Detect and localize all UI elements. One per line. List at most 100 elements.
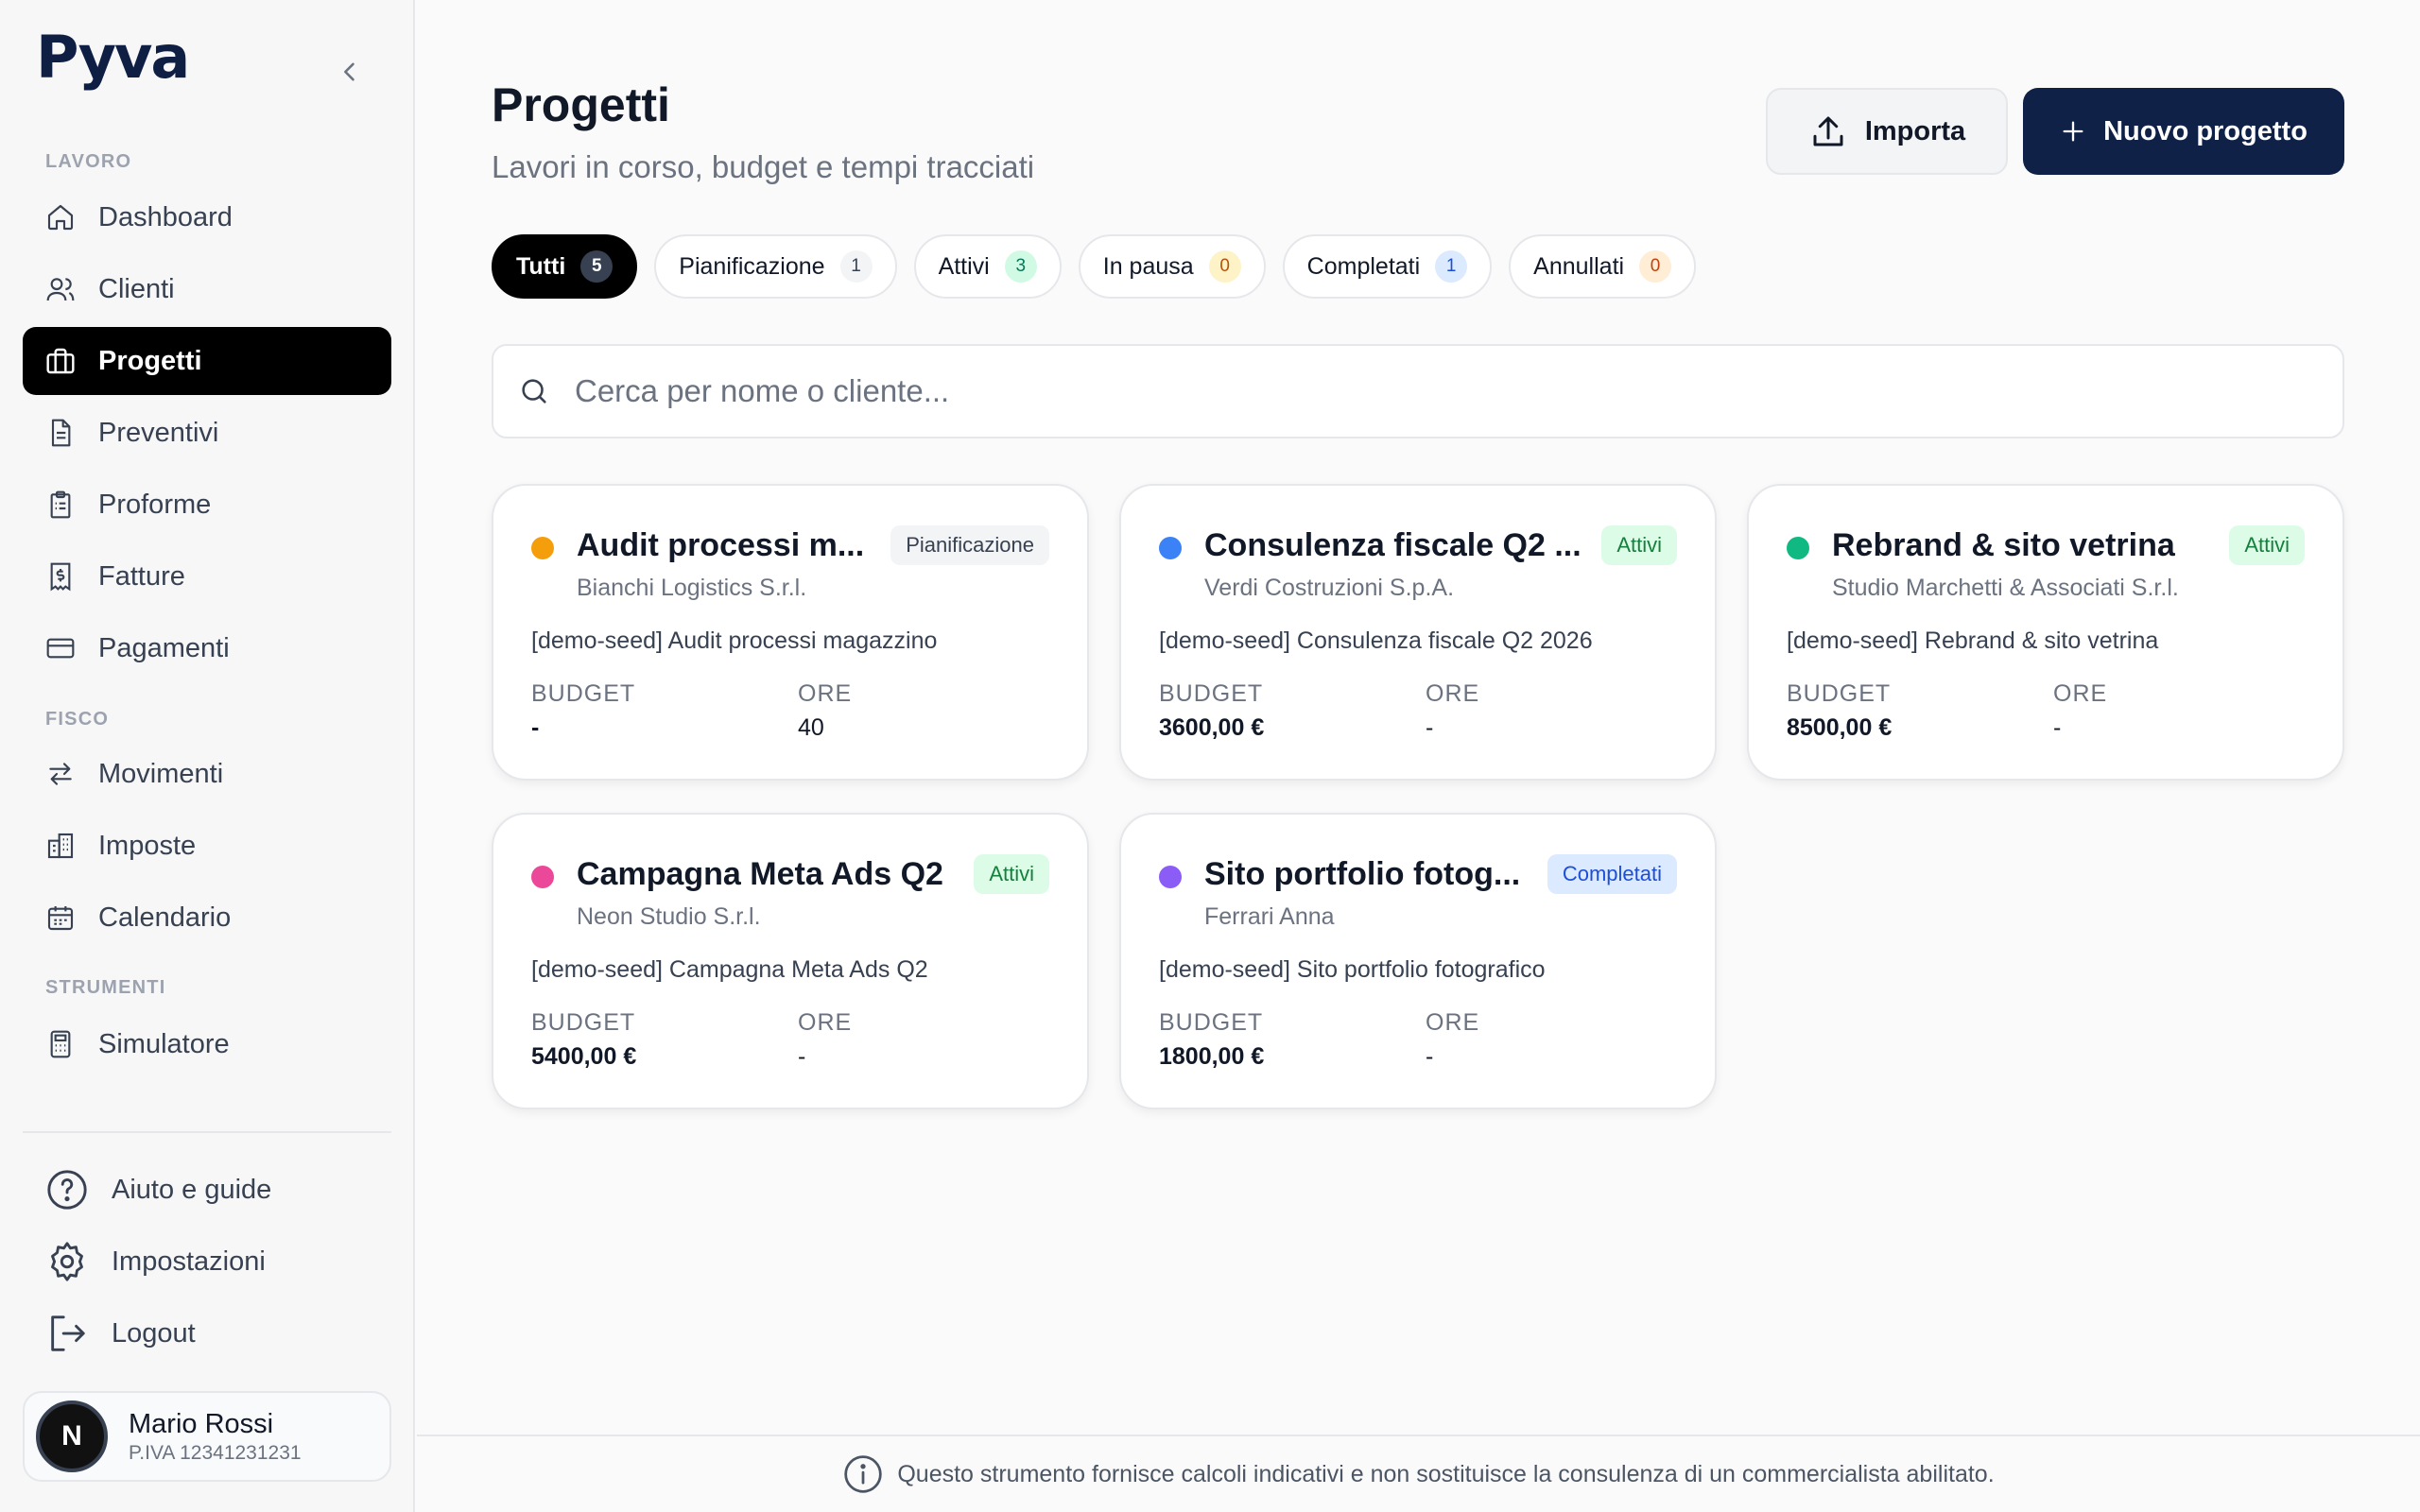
- app-logo[interactable]: Pyva: [36, 28, 190, 87]
- sidebar-item-label: Proforme: [98, 489, 212, 520]
- document-icon: [51, 419, 71, 447]
- filter-annullati[interactable]: Annullati 0: [1509, 234, 1697, 299]
- filter-in-pausa[interactable]: In pausa 0: [1078, 234, 1266, 299]
- help-label: Aiuto e guide: [112, 1174, 272, 1205]
- logout-label: Logout: [112, 1317, 196, 1349]
- new-project-label: Nuovo progetto: [2103, 115, 2308, 146]
- briefcase-icon: [46, 348, 75, 374]
- budget-label: BUDGET: [1159, 1009, 1264, 1036]
- filter-count: 1: [1435, 250, 1468, 283]
- project-description: [demo-seed] Consulenza fiscale Q2 2026: [1159, 627, 1593, 654]
- collapse-sidebar-button[interactable]: [333, 55, 367, 89]
- hours-label: ORE: [798, 680, 853, 707]
- filter-tutti[interactable]: Tutti 5: [492, 234, 638, 299]
- filter-label: Completati: [1306, 252, 1421, 280]
- status-dot: [1159, 866, 1182, 888]
- sidebar-item-proforme[interactable]: Proforme: [23, 471, 391, 539]
- project-description: [demo-seed] Rebrand & sito vetrina: [1787, 627, 2159, 654]
- section-label-lavoro: LAVORO: [45, 151, 132, 172]
- hours-value: -: [798, 1043, 806, 1070]
- filter-count: 0: [1208, 250, 1241, 283]
- hours-value: -: [1426, 1043, 1434, 1070]
- sidebar-item-simulatore[interactable]: Simulatore: [23, 1010, 391, 1078]
- hours-label: ORE: [798, 1009, 853, 1036]
- project-card[interactable]: Consulenza fiscale Q2 ... Attivi Verdi C…: [1119, 484, 1717, 781]
- upload-icon: [1813, 116, 1843, 146]
- project-client: Ferrari Anna: [1204, 903, 1335, 930]
- section-label-strumenti: STRUMENTI: [45, 977, 166, 998]
- project-card[interactable]: Campagna Meta Ads Q2 Attivi Neon Studio …: [492, 813, 1089, 1109]
- status-badge: Attivi: [2229, 525, 2305, 565]
- filter-completati[interactable]: Completati 1: [1282, 234, 1493, 299]
- project-title: Consulenza fiscale Q2 ...: [1204, 527, 1582, 563]
- sidebar-item-clienti[interactable]: Clienti: [23, 255, 391, 323]
- settings-link[interactable]: Impostazioni: [45, 1240, 266, 1283]
- hours-value: -: [2053, 714, 2062, 741]
- sidebar-item-preventivi[interactable]: Preventivi: [23, 399, 391, 467]
- hours-label: ORE: [1426, 680, 1480, 707]
- credit-card-icon: [46, 638, 75, 659]
- sidebar-item-progetti[interactable]: Progetti: [23, 327, 391, 395]
- sidebar-item-label: Movimenti: [98, 758, 224, 789]
- project-client: Studio Marchetti & Associati S.r.l.: [1832, 575, 2179, 601]
- status-badge: Completati: [1547, 854, 1677, 894]
- help-link[interactable]: Aiuto e guide: [45, 1168, 271, 1211]
- sidebar-item-dashboard[interactable]: Dashboard: [23, 183, 391, 251]
- filter-count: 5: [580, 250, 614, 283]
- project-title: Audit processi m...: [577, 527, 865, 563]
- import-button[interactable]: Importa: [1766, 88, 2008, 175]
- calendar-icon: [47, 906, 74, 931]
- filter-count: 3: [1004, 250, 1037, 283]
- receipt-icon: [50, 562, 71, 592]
- filter-label: Tutti: [516, 252, 566, 280]
- project-title: Sito portfolio fotog...: [1204, 856, 1521, 892]
- filter-pianificazione[interactable]: Pianificazione 1: [654, 234, 897, 299]
- help-icon: [47, 1170, 87, 1210]
- budget-label: BUDGET: [1787, 680, 1892, 707]
- hours-label: ORE: [2053, 680, 2108, 707]
- user-info: Mario Rossi P.IVA 12341231231: [129, 1409, 302, 1465]
- sidebar-item-label: Fatture: [98, 560, 185, 592]
- project-card[interactable]: Rebrand & sito vetrina Attivi Studio Mar…: [1747, 484, 2344, 781]
- filter-count: 1: [839, 250, 873, 283]
- project-card[interactable]: Sito portfolio fotog... Completati Ferra…: [1119, 813, 1717, 1109]
- search-icon: [522, 379, 546, 404]
- hours-value: -: [1426, 714, 1434, 741]
- sidebar-item-calendario[interactable]: Calendario: [23, 884, 391, 952]
- calculator-icon: [50, 1030, 71, 1058]
- project-client: Neon Studio S.r.l.: [577, 903, 761, 930]
- sidebar-item-label: Clienti: [98, 273, 175, 304]
- disclaimer-footer: Questo strumento fornisce calcoli indica…: [417, 1435, 2420, 1512]
- new-project-button[interactable]: Nuovo progetto: [2023, 88, 2344, 175]
- sidebar-item-movimenti[interactable]: Movimenti: [23, 740, 391, 808]
- sidebar-item-fatture[interactable]: Fatture: [23, 542, 391, 610]
- project-client: Bianchi Logistics S.r.l.: [577, 575, 807, 601]
- avatar: N: [36, 1400, 108, 1472]
- project-description: [demo-seed] Sito portfolio fotografico: [1159, 956, 1546, 983]
- hours-label: ORE: [1426, 1009, 1480, 1036]
- home-icon: [47, 204, 74, 231]
- search-bar: [492, 344, 2344, 438]
- sidebar-item-pagamenti[interactable]: Pagamenti: [23, 614, 391, 682]
- arrows-icon: [49, 763, 72, 785]
- logout-link[interactable]: Logout: [45, 1312, 196, 1355]
- user-profile-card[interactable]: N Mario Rossi P.IVA 12341231231: [23, 1391, 391, 1482]
- budget-value: 1800,00 €: [1159, 1043, 1265, 1070]
- status-badge: Attivi: [1601, 525, 1677, 565]
- status-badge: Pianificazione: [890, 525, 1049, 565]
- search-input[interactable]: [575, 373, 2276, 409]
- page-title: Progetti: [492, 78, 670, 131]
- filter-attivi[interactable]: Attivi 3: [913, 234, 1062, 299]
- hours-value: 40: [798, 714, 824, 741]
- sidebar-item-imposte[interactable]: Imposte: [23, 812, 391, 880]
- project-card[interactable]: Audit processi m... Pianificazione Bianc…: [492, 484, 1089, 781]
- budget-value: -: [531, 714, 540, 741]
- budget-value: 8500,00 €: [1787, 714, 1893, 741]
- filter-count: 0: [1639, 250, 1672, 283]
- page-subtitle: Lavori in corso, budget e tempi tracciat…: [492, 149, 1035, 184]
- import-label: Importa: [1864, 115, 1966, 146]
- sidebar: Pyva LAVORO Dashboard Clienti Progetti P…: [0, 0, 415, 1512]
- sidebar-divider: [23, 1131, 391, 1133]
- project-title: Campagna Meta Ads Q2: [577, 856, 943, 892]
- budget-label: BUDGET: [531, 1009, 636, 1036]
